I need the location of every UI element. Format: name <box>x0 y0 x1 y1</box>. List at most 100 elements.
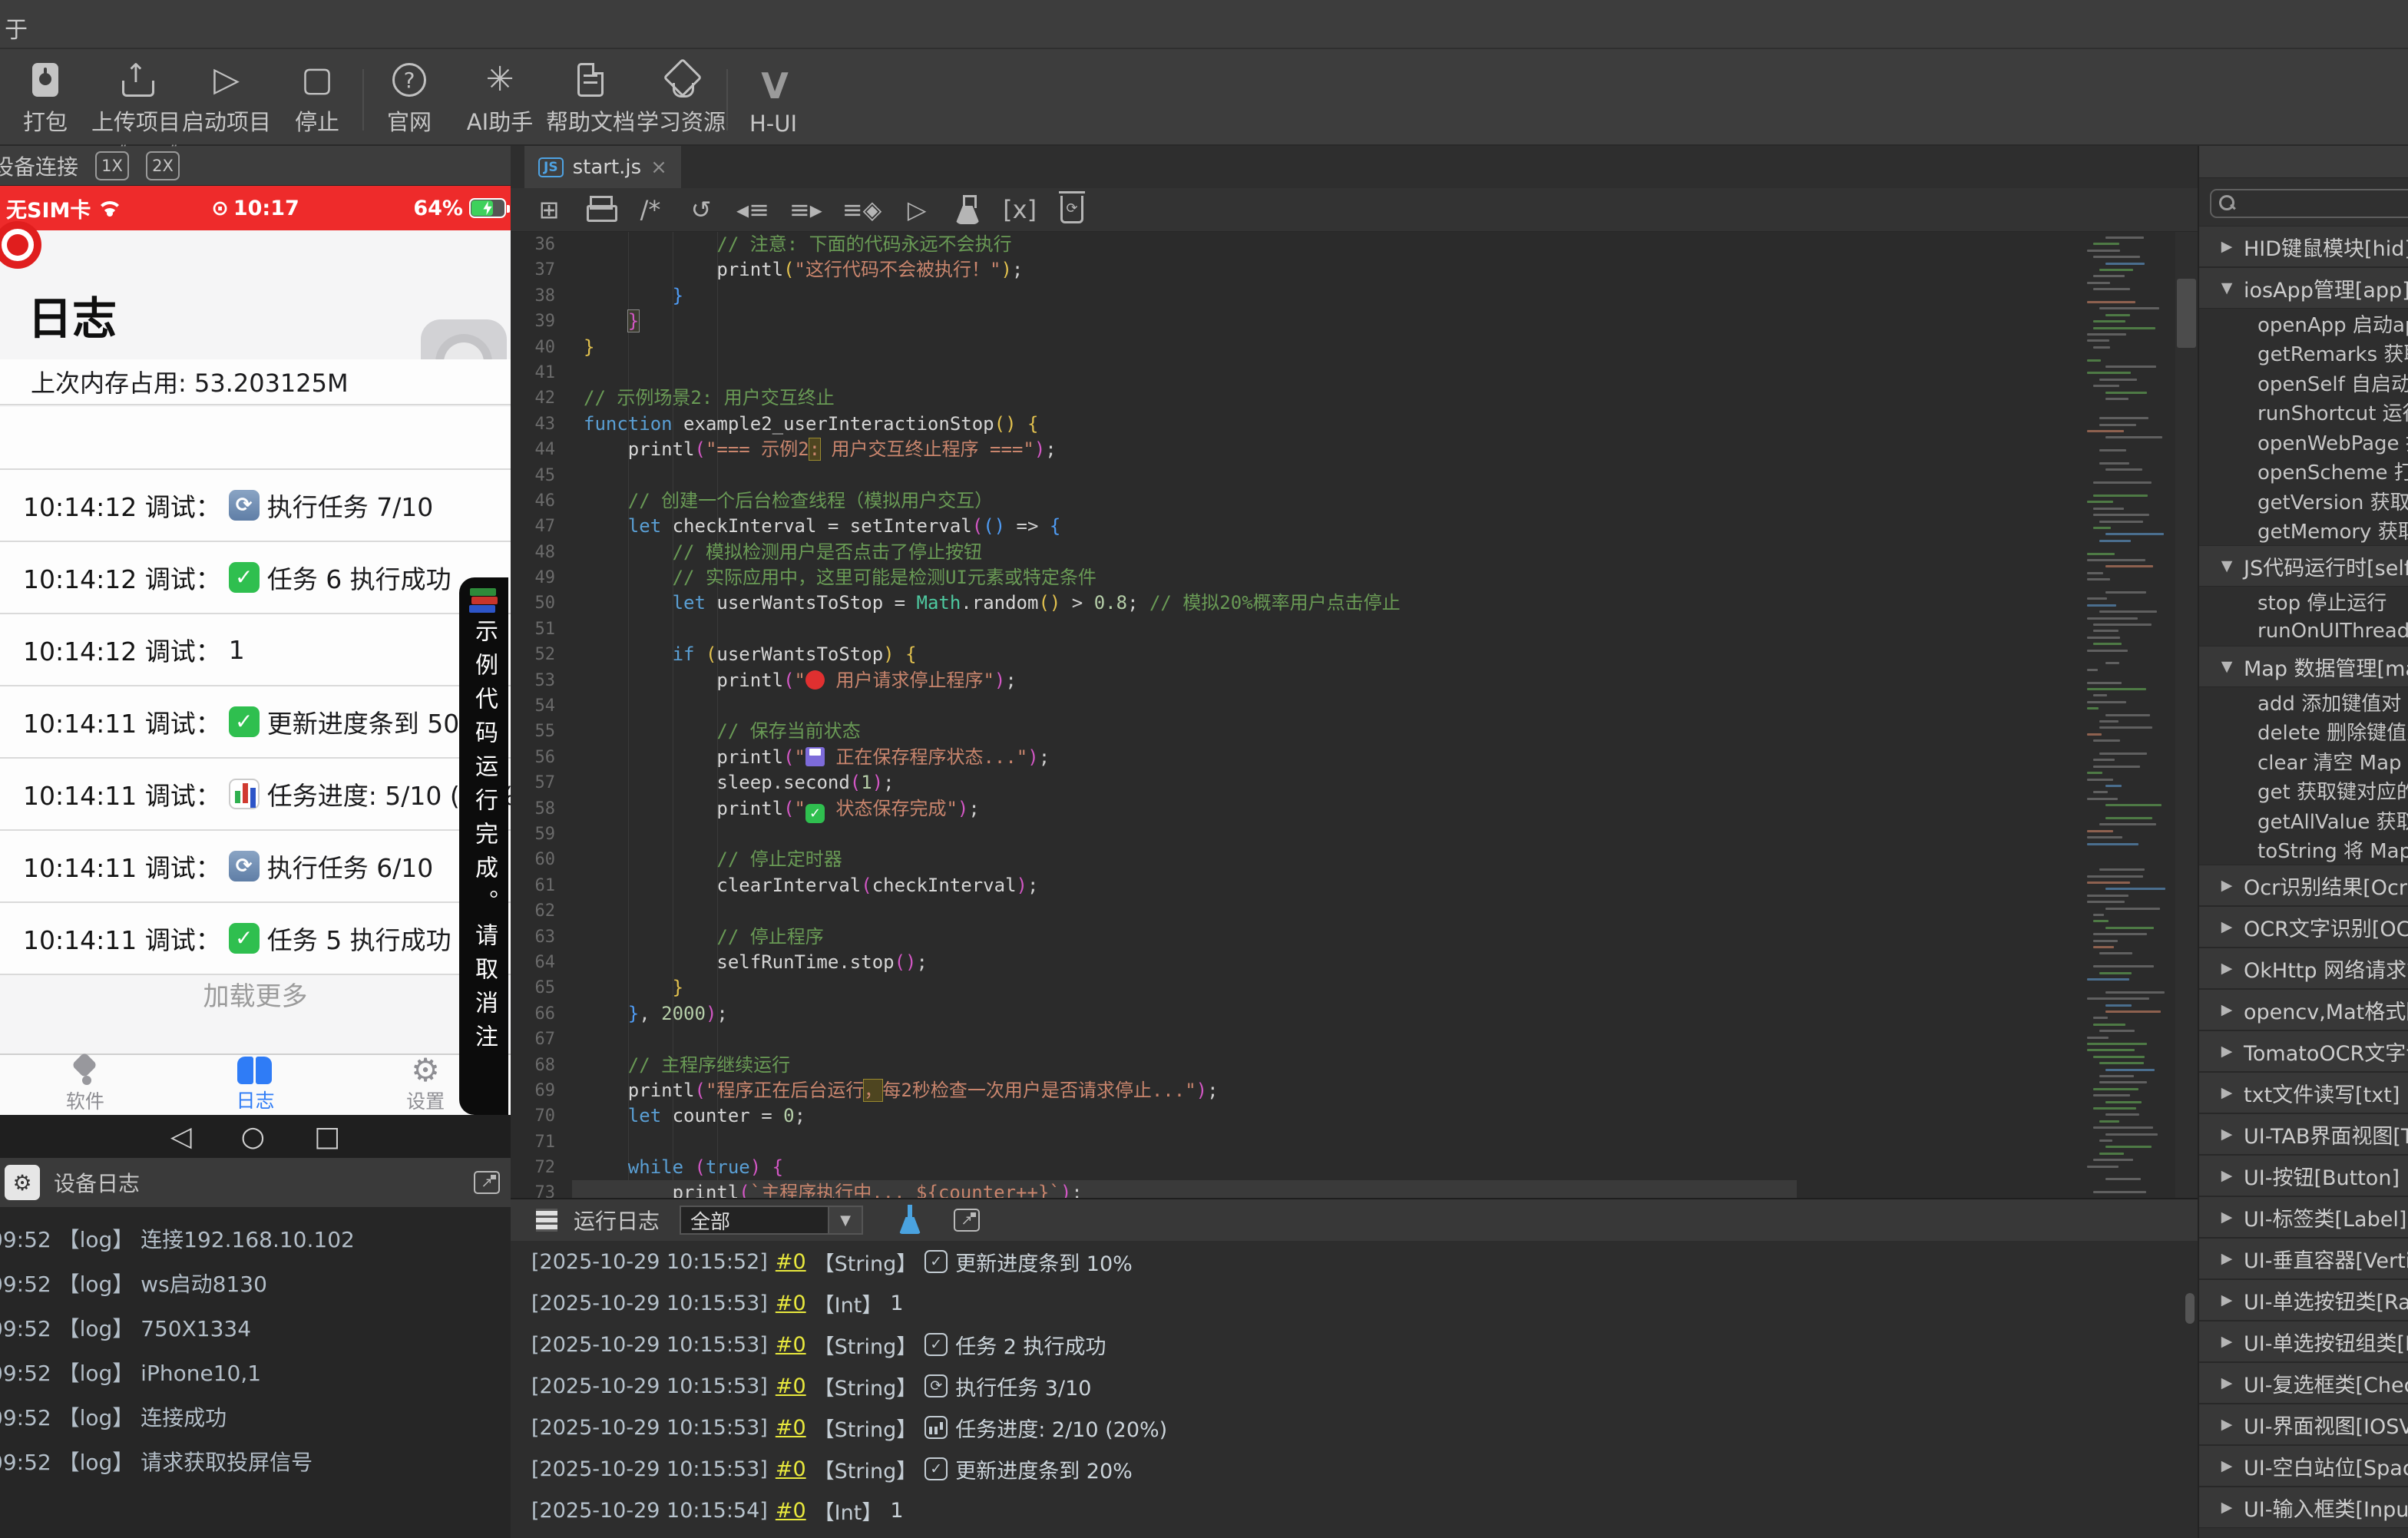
tree-category[interactable]: ▶UI-复选框类[CheckB <box>2199 1362 2408 1404</box>
code-text-area[interactable]: 36// 注意: 下面的代码永远不会执行 37 printl("这行代码不会被执行！… <box>511 232 2198 1198</box>
editor-tool-indent[interactable]: ≡▸ <box>789 194 822 225</box>
tree-category[interactable]: ▶UI-单选按钮类[Radi <box>2199 1279 2408 1321</box>
tree-category[interactable]: ▼ iosApp管理[app] <box>2199 267 2408 309</box>
tree-method-item[interactable]: openApp 启动app <box>2199 309 2408 339</box>
tree-category[interactable]: ▼Map 数据管理[map <box>2199 646 2408 687</box>
tree-category[interactable]: ▶UI-空白站位[Space] <box>2199 1445 2408 1487</box>
chevron-collapsed-icon[interactable]: ▶ <box>2210 1001 2244 1018</box>
chevron-collapsed-icon[interactable]: ▶ <box>2210 877 2244 894</box>
minimap[interactable] <box>2087 232 2175 1198</box>
editor-scrollbar[interactable] <box>2175 232 2198 1198</box>
scrollbar-thumb[interactable] <box>2177 279 2196 348</box>
chevron-collapsed-icon[interactable]: ▶ <box>2210 1457 2244 1474</box>
tree-category[interactable]: ▶ UI-输入框类[Input] <box>2199 1487 2408 1528</box>
tree-category[interactable]: ▶OCR文字识别[OCR] <box>2199 906 2408 948</box>
toolbar-button-h-ui[interactable]: V H-UI <box>728 49 819 144</box>
editor-tool-add-block[interactable]: ⊞ <box>534 194 564 225</box>
tree-method-item[interactable]: getMemory 获取ap <box>2199 515 2408 545</box>
tree-method-item[interactable]: runOnUIThread ui <box>2199 616 2408 646</box>
chevron-expanded-icon[interactable]: ▼ <box>2210 658 2244 675</box>
tree-category[interactable]: ▶Ocr识别结果[OcrRe <box>2199 865 2408 906</box>
chevron-collapsed-icon[interactable]: ▶ <box>2210 1209 2244 1225</box>
thread-link[interactable]: #0 <box>776 1457 806 1481</box>
thread-link[interactable]: #0 <box>776 1374 806 1398</box>
toolbar-button-start-project[interactable]: ▷ 启动项目 <box>181 49 272 144</box>
tree-category[interactable]: ▶ UI-TAB界面视图[Ta <box>2199 1113 2408 1155</box>
toolbar-button-stop[interactable]: ▢ 停止 <box>272 49 362 144</box>
tree-method-item[interactable]: clear 清空 Map <box>2199 746 2408 776</box>
tree-method-item[interactable]: toString 将 Map 转 <box>2199 835 2408 865</box>
nav-home-icon[interactable]: ○ <box>241 1121 265 1153</box>
tree-method-item[interactable]: runShortcut 运行快 <box>2199 397 2408 427</box>
editor-tool-test-flask[interactable] <box>952 194 983 225</box>
zoom-1x-button[interactable]: ¨ 1X <box>95 142 130 180</box>
tree-category[interactable]: ▶ txt文件读写[txt] <box>2199 1072 2408 1113</box>
tree-method-item[interactable]: getVersion 获取ap <box>2199 486 2408 516</box>
toolbar-button-upload-project[interactable]: 上传项目 <box>91 49 181 144</box>
chevron-expanded-icon[interactable]: ▼ <box>2210 557 2244 574</box>
clear-log-button[interactable] <box>897 1205 923 1235</box>
chevron-collapsed-icon[interactable]: ▶ <box>2210 1499 2244 1516</box>
editor-tool-comment[interactable]: /* <box>635 194 666 225</box>
phone-app-screen[interactable]: 日志 上次内存占用: 53.203125M 10:14:12 调试： ⟳ 执行任务 … <box>0 230 511 1053</box>
search-input[interactable] <box>2236 193 2405 214</box>
tree-method-item[interactable]: openScheme 打开s <box>2199 456 2408 486</box>
chevron-collapsed-icon[interactable]: ▶ <box>2210 1250 2244 1267</box>
run-log-scrollbar[interactable] <box>2185 1293 2195 1324</box>
chevron-collapsed-icon[interactable]: ▶ <box>2210 1416 2244 1433</box>
tree-category[interactable]: ▶OkHttp 网络请求管 <box>2199 948 2408 989</box>
phone-tab-设置[interactable]: ⚙ 设置 <box>406 1054 445 1114</box>
tree-method-item[interactable]: openWebPage 打开 <box>2199 427 2408 457</box>
editor-tool-clear-trash[interactable]: ⟳ <box>1057 191 1087 225</box>
tree-category[interactable]: ▶ UI-按钮[Button] <box>2199 1155 2408 1196</box>
tree-category[interactable]: ▶UI-单选按钮组类[Ra <box>2199 1321 2408 1362</box>
chevron-collapsed-icon[interactable]: ▶ <box>2210 1084 2244 1101</box>
chevron-collapsed-icon[interactable]: ▶ <box>2210 918 2244 935</box>
tree-category[interactable]: ▶UI-界面视图[IOSVie <box>2199 1404 2408 1445</box>
editor-tool-format[interactable]: ≡◈ <box>842 194 882 225</box>
expand-log-panel-icon[interactable]: ↗ <box>954 1209 981 1232</box>
tree-method-item[interactable]: get 获取键对应的值 <box>2199 776 2408 805</box>
phone-tab-日志[interactable]: 日志 <box>236 1057 274 1113</box>
chevron-collapsed-icon[interactable]: ▶ <box>2210 1292 2244 1308</box>
expand-panel-icon[interactable]: ↗ <box>474 1171 500 1194</box>
chevron-collapsed-icon[interactable]: ▶ <box>2210 1043 2244 1060</box>
toolbar-button-official-site[interactable]: ? 官网 <box>364 49 455 144</box>
chevron-collapsed-icon[interactable]: ▶ <box>2210 1333 2244 1350</box>
tree-method-item[interactable]: stop 停止运行 <box>2199 587 2408 617</box>
toolbar-button-help-docs[interactable]: 帮助文档 <box>545 49 636 144</box>
nav-back-icon[interactable]: ◁ <box>170 1121 192 1153</box>
editor-tool-run[interactable]: ▷ <box>901 194 932 225</box>
device-settings-icon[interactable]: ⚙ <box>5 1165 40 1200</box>
tree-category[interactable]: ▶TomatoOCR文字识 <box>2199 1030 2408 1072</box>
thread-link[interactable]: #0 <box>776 1250 806 1274</box>
thread-link[interactable]: #0 <box>776 1333 806 1357</box>
editor-tool-xpath[interactable]: [x] <box>1003 194 1037 225</box>
phone-tab-软件[interactable]: 软件 <box>66 1056 104 1114</box>
tree-method-item[interactable]: delete 删除键值对 <box>2199 716 2408 746</box>
thread-link[interactable]: #0 <box>776 1416 806 1440</box>
phone-mirror[interactable]: 无SIM卡 ⊙ 10:17 64% 日志 上次内存占用: 53.203125M … <box>0 186 511 1158</box>
zoom-2x-button[interactable]: ¨ 2X <box>146 142 180 180</box>
tree-category[interactable]: ▶ UI-标签类[Label] <box>2199 1196 2408 1238</box>
toolbar-button-ai-assistant[interactable]: ✳ AI助手 <box>455 49 545 144</box>
toolbar-button-package[interactable]: 打包 <box>0 49 91 144</box>
tree-method-item[interactable]: openSelf 自启动 <box>2199 368 2408 398</box>
editor-tool-outdent[interactable]: ◂≡ <box>736 194 769 225</box>
chevron-collapsed-icon[interactable]: ▶ <box>2210 1126 2244 1143</box>
thread-link[interactable]: #0 <box>776 1292 806 1315</box>
tree-category[interactable]: ▶opencv,Mat格式图 <box>2199 989 2408 1030</box>
tree-category[interactable]: ▶ HID键鼠模块[hid] <box>2199 226 2408 267</box>
tree-method-item[interactable]: getRemarks 获取卡 <box>2199 338 2408 368</box>
tab-start-js[interactable]: JS start.js × <box>524 146 681 188</box>
editor-tool-print[interactable] <box>584 194 617 225</box>
chevron-expanded-icon[interactable]: ▼ <box>2210 279 2244 296</box>
load-more-button[interactable]: 加载更多 <box>0 975 511 1013</box>
menu-item-about[interactable]: 于 <box>5 11 28 45</box>
log-filter-select[interactable]: 全部 ▼ <box>680 1206 864 1235</box>
tree-category[interactable]: ▼JS代码运行时[selfRu <box>2199 545 2408 587</box>
tree-category[interactable]: ▶UI-垂直容器[Vertica <box>2199 1238 2408 1279</box>
nav-recents-icon[interactable]: □ <box>314 1121 340 1153</box>
chevron-collapsed-icon[interactable]: ▶ <box>2210 1167 2244 1184</box>
chevron-collapsed-icon[interactable]: ▶ <box>2210 960 2244 977</box>
